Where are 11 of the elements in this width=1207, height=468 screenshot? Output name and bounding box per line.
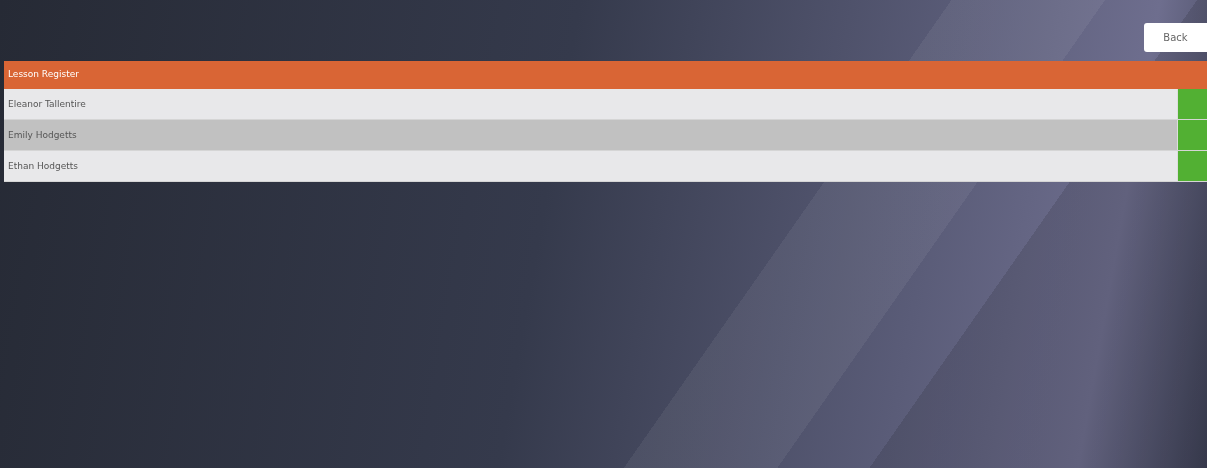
back-button[interactable]: Back (1144, 23, 1207, 52)
attendance-toggle[interactable] (1177, 120, 1207, 150)
student-row[interactable]: Emily Hodgetts (4, 120, 1207, 151)
register-header: Lesson Register (4, 61, 1207, 89)
attendance-toggle[interactable] (1177, 89, 1207, 119)
student-name: Emily Hodgetts (7, 129, 78, 142)
student-row[interactable]: Ethan Hodgetts (4, 151, 1207, 182)
student-name: Ethan Hodgetts (7, 160, 79, 173)
student-row[interactable]: Eleanor Tallentire (4, 89, 1207, 120)
attendance-toggle[interactable] (1177, 151, 1207, 181)
student-name: Eleanor Tallentire (7, 98, 87, 111)
